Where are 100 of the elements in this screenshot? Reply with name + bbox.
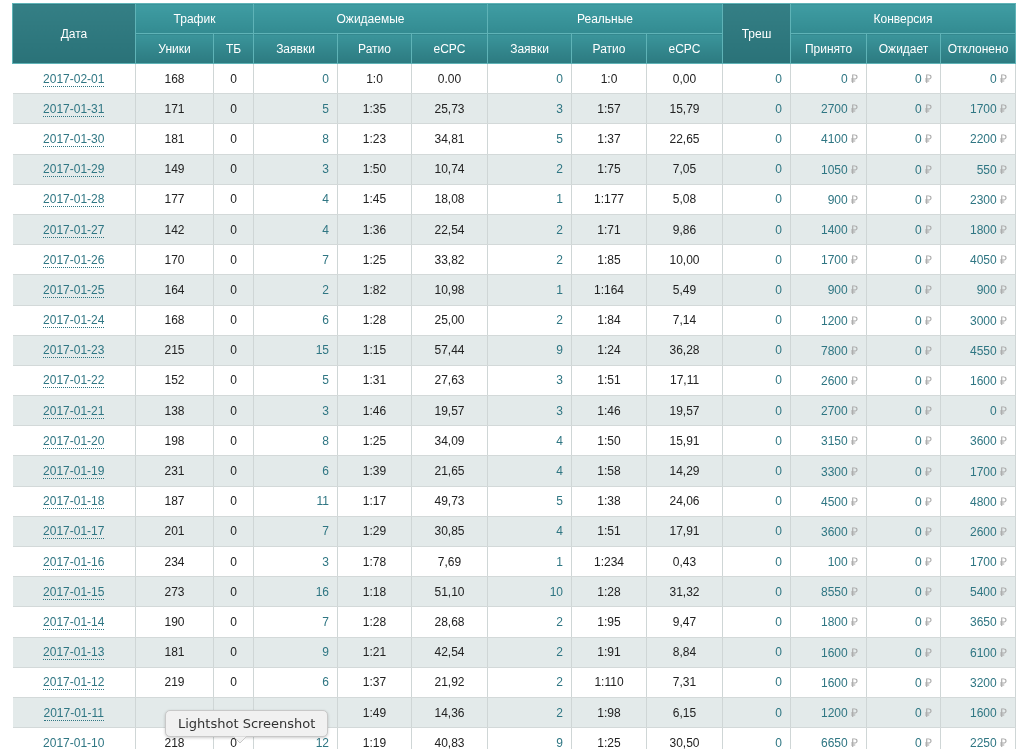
table-cell: 57,44 — [411, 335, 488, 366]
table-cell: 1700 ₽ — [940, 546, 1016, 577]
table-cell: 187 — [135, 486, 214, 517]
table-cell: 7 — [253, 244, 338, 275]
table-cell: 1:46 — [337, 395, 412, 426]
table-cell: 1:85 — [571, 244, 647, 275]
table-cell: 34,81 — [411, 123, 488, 155]
table-cell: 0 — [722, 606, 791, 638]
table-cell: 4 — [253, 184, 338, 215]
date-link[interactable]: 2017-01-24 — [43, 313, 105, 329]
table-cell: 0 — [722, 214, 791, 245]
table-cell: 3200 ₽ — [940, 667, 1016, 698]
date-link[interactable]: 2017-01-22 — [43, 373, 105, 389]
table-cell: 7,05 — [646, 154, 723, 185]
column-header: Уники — [135, 33, 214, 64]
table-cell: 0 — [722, 486, 791, 517]
table-cell: 100 ₽ — [790, 546, 867, 577]
table-cell: 0 ₽ — [866, 184, 941, 215]
table-cell: 0 — [722, 274, 791, 305]
table-cell: 21,92 — [411, 667, 488, 698]
date-link[interactable]: 2017-01-14 — [43, 614, 105, 630]
table-cell: 8550 ₽ — [790, 576, 867, 607]
table-cell: 234 — [135, 546, 214, 577]
date-link[interactable]: 2017-01-18 — [43, 494, 105, 510]
table-cell: 34,09 — [411, 425, 488, 456]
date-link[interactable]: 2017-01-16 — [43, 554, 105, 570]
table-cell: 1:50 — [571, 425, 647, 456]
table-cell: 4 — [487, 455, 572, 487]
table-cell: 0 — [722, 63, 791, 94]
date-link[interactable]: 2017-01-26 — [43, 252, 105, 268]
table-cell: 0 ₽ — [866, 93, 941, 124]
column-header: Принято — [790, 33, 867, 64]
date-link[interactable]: 2017-01-12 — [43, 675, 105, 691]
table-cell: 550 ₽ — [940, 154, 1016, 185]
table-cell: 0 ₽ — [866, 244, 941, 275]
table-cell: 10,74 — [411, 154, 488, 185]
table-cell: 30,85 — [411, 516, 488, 547]
date-link[interactable]: 2017-01-10 — [43, 735, 105, 749]
table-cell: 273 — [135, 576, 214, 607]
table-cell: 1:15 — [337, 335, 412, 366]
table-cell: 1600 ₽ — [940, 365, 1016, 396]
date-link[interactable]: 2017-02-01 — [43, 71, 105, 87]
date-link[interactable]: 2017-01-28 — [43, 192, 105, 208]
table-cell: 0 — [722, 697, 791, 728]
table-cell: 170 — [135, 244, 214, 275]
table-cell: 4100 ₽ — [790, 123, 867, 155]
table-cell: 1700 ₽ — [790, 244, 867, 275]
table-cell: 4550 ₽ — [940, 335, 1016, 366]
date-link[interactable]: 2017-01-20 — [43, 433, 105, 449]
table-cell: 19,57 — [646, 395, 723, 426]
column-header: eCPC — [646, 33, 723, 64]
table-cell: 1:25 — [337, 244, 412, 275]
table-cell: 0 ₽ — [866, 123, 941, 155]
table-cell: 1700 ₽ — [940, 455, 1016, 487]
table-cell: 1700 ₽ — [940, 93, 1016, 124]
table-cell: 14,36 — [411, 697, 488, 728]
table-cell: 0 ₽ — [866, 63, 941, 94]
table-cell: 2 — [487, 244, 572, 275]
table-cell: 3 — [253, 154, 338, 185]
table-cell: 168 — [135, 305, 214, 336]
table-cell: 1:28 — [337, 606, 412, 638]
table-cell: 142 — [135, 214, 214, 245]
table-cell: 1:29 — [337, 516, 412, 547]
table-cell: 900 ₽ — [790, 184, 867, 215]
table-cell: 7 — [253, 606, 338, 638]
table-cell: 1400 ₽ — [790, 214, 867, 245]
table-cell: 3 — [487, 93, 572, 124]
table-cell: 2700 ₽ — [790, 395, 867, 426]
column-group-header: Конверсия — [790, 3, 1016, 34]
table-cell: 6,15 — [646, 697, 723, 728]
table-cell: 0 ₽ — [866, 455, 941, 487]
table-cell: 0 ₽ — [866, 305, 941, 336]
table-cell: 1:58 — [571, 455, 647, 487]
table-cell: 5,49 — [646, 274, 723, 305]
table-cell: 27,63 — [411, 365, 488, 396]
table-cell: 1:17 — [337, 486, 412, 517]
table-cell: 1800 ₽ — [790, 606, 867, 638]
table-cell: 17,11 — [646, 365, 723, 396]
table-cell: 3 — [487, 365, 572, 396]
column-header: Ожидает — [866, 33, 941, 64]
table-cell: 0 ₽ — [940, 63, 1016, 94]
table-cell: 11 — [253, 486, 338, 517]
table-cell: 9,86 — [646, 214, 723, 245]
table-cell: 900 ₽ — [790, 274, 867, 305]
table-cell: 3 — [253, 546, 338, 577]
column-header: eCPC — [411, 33, 488, 64]
table-cell: 18,08 — [411, 184, 488, 215]
table-cell: 0 ₽ — [790, 63, 867, 94]
date-link[interactable]: 2017-01-30 — [43, 131, 105, 147]
table-cell: 0 — [722, 667, 791, 698]
table-cell: 0.00 — [411, 63, 488, 94]
table-cell: 9,47 — [646, 606, 723, 638]
table-cell: 1 — [487, 546, 572, 577]
table-cell: 1:28 — [337, 305, 412, 336]
table-cell: 1:39 — [337, 455, 412, 487]
table-cell: 181 — [135, 637, 214, 668]
table-cell: 4500 ₽ — [790, 486, 867, 517]
table-cell: 1:51 — [571, 365, 647, 396]
table-cell: 3600 ₽ — [940, 425, 1016, 456]
table-cell: 0 — [213, 667, 254, 698]
